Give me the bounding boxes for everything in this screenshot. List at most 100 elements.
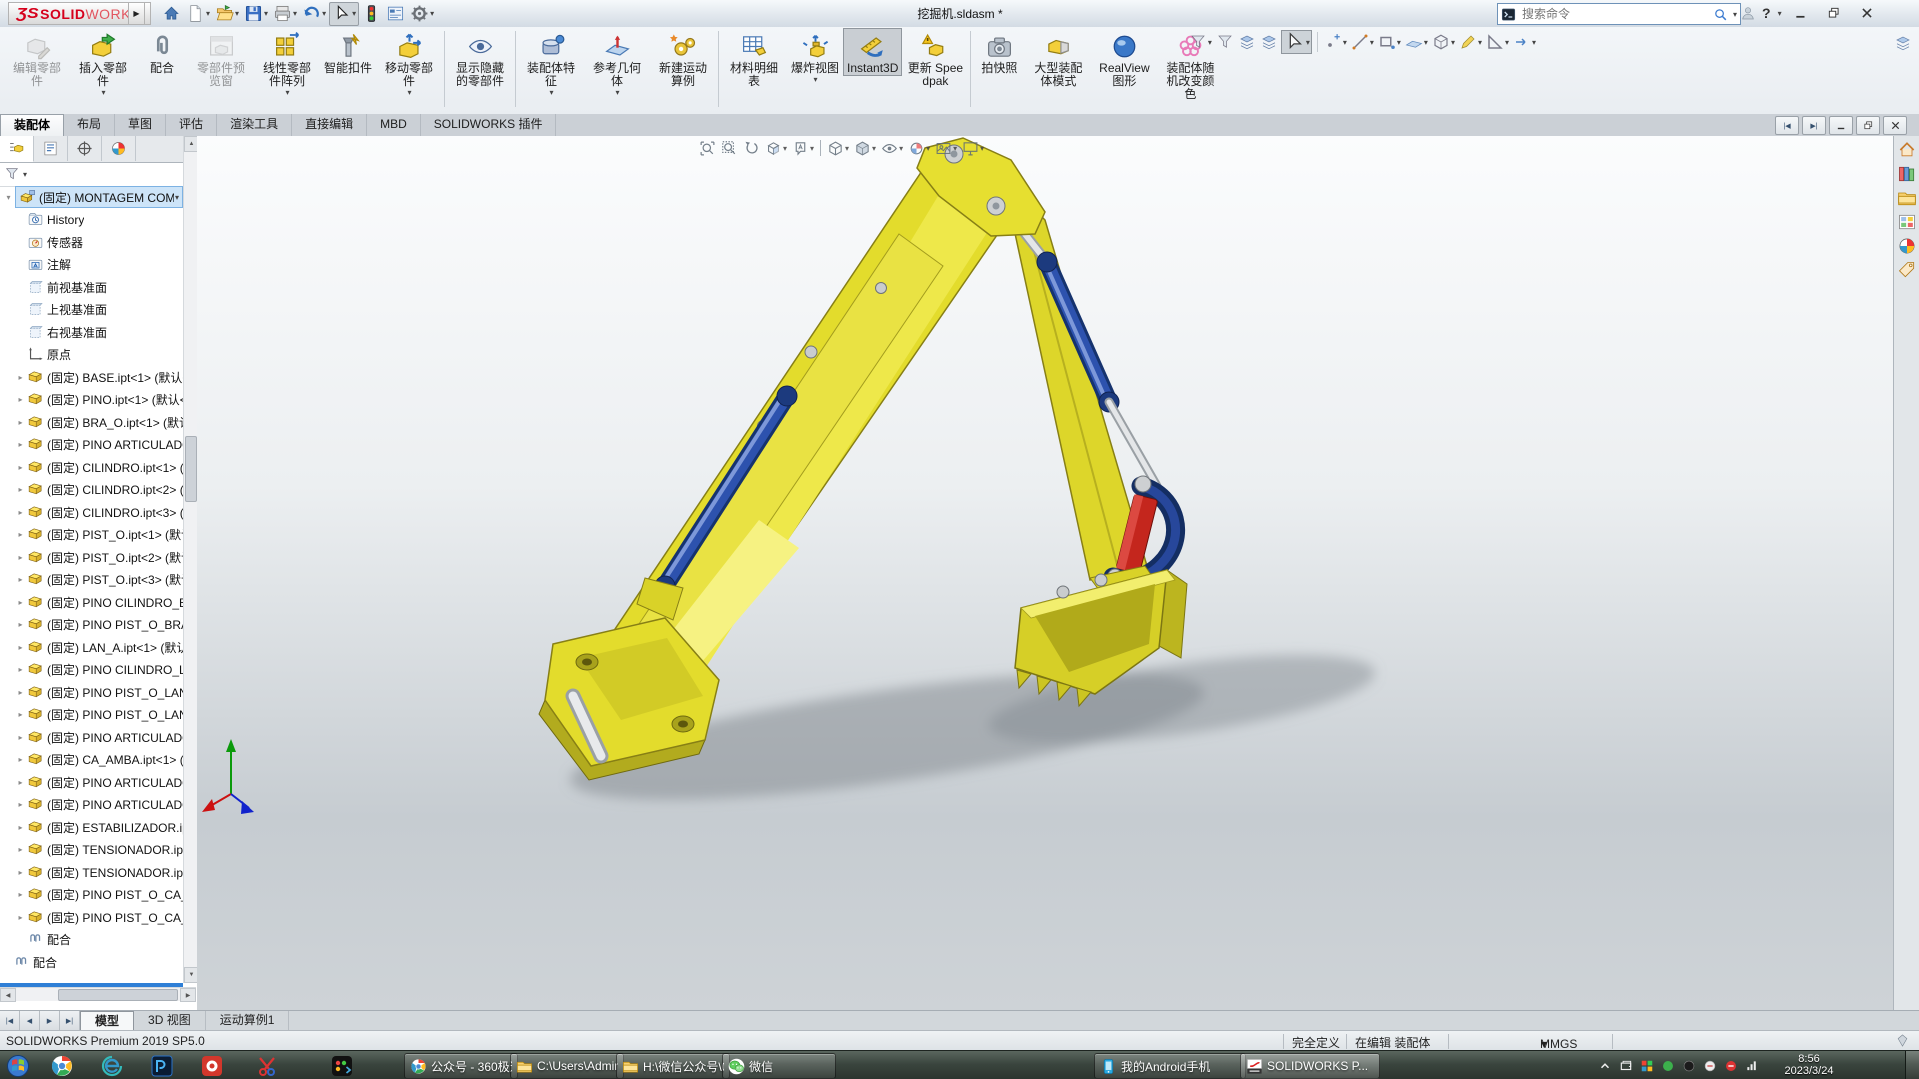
doc-tab-运动算例1[interactable]: 运动算例1	[206, 1011, 290, 1031]
taskbar-button[interactable]: 公众号 - 360极速...	[404, 1053, 518, 1079]
tb-ps-icon[interactable]	[150, 1054, 174, 1078]
tree-item[interactable]: ▸ (固定) PINO PIST_O_CA_AM	[0, 906, 183, 929]
search-scope-icon[interactable]	[1501, 7, 1516, 22]
expand-icon[interactable]: ▸	[14, 395, 27, 404]
hu-zoomfit-button[interactable]	[697, 138, 718, 158]
tp-palette-icon[interactable]	[1897, 212, 1917, 232]
dropdown-icon[interactable]: ▾	[101, 88, 105, 97]
expand-icon[interactable]: ▸	[14, 778, 27, 787]
dropdown-icon[interactable]: ▾	[322, 9, 326, 18]
next-document-button[interactable]: ▶|	[1802, 116, 1826, 135]
ribbon-show-hidden-button[interactable]: 显示隐藏的零部件	[447, 28, 513, 89]
expand-icon[interactable]: ▸	[14, 575, 27, 584]
restore-button[interactable]	[1821, 4, 1848, 23]
dropdown-icon[interactable]: ▾	[814, 75, 818, 84]
ribbon-realview-button[interactable]: RealView 图形	[1091, 28, 1157, 89]
tree-item[interactable]: 注解	[0, 254, 183, 277]
sf-layers-button[interactable]	[1237, 31, 1257, 53]
taskbar-button[interactable]: 微信	[722, 1053, 836, 1079]
dropdown-icon[interactable]: ▾	[430, 9, 434, 18]
select-cursor-button[interactable]: ▾	[329, 1, 360, 26]
new-doc-button[interactable]: ▾	[184, 3, 212, 25]
sn-pencil-button[interactable]: ▾	[1458, 31, 1483, 53]
tp-props-icon[interactable]	[1897, 260, 1917, 280]
minimize-button[interactable]	[1788, 4, 1815, 23]
tree-root-item[interactable]: ▾(固定) MONTAGEM COMPLET▾	[2, 186, 183, 209]
expand-icon[interactable]: ▸	[14, 620, 27, 629]
tab-装配体[interactable]: 装配体	[0, 114, 65, 136]
user-account-icon[interactable]	[1740, 5, 1756, 21]
tree-item[interactable]: ▸ (固定) TENSIONADOR.ipt<	[0, 861, 183, 884]
taskbar-button[interactable]: H:\微信公众号\0...	[616, 1053, 730, 1079]
expand-icon[interactable]: ▸	[14, 598, 27, 607]
tr-up-icon[interactable]	[1598, 1059, 1612, 1073]
tab-渲染工具[interactable]: 渲染工具	[217, 114, 293, 136]
tree-item[interactable]: ▸ (固定) PINO CILINDRO_LAI	[0, 659, 183, 682]
tree-item[interactable]: ▸ (固定) PIST_O.ipt<2> (默认	[0, 546, 183, 569]
expand-icon[interactable]: ▸	[14, 733, 27, 742]
tree-item[interactable]: 配合	[0, 929, 183, 952]
close-button[interactable]	[1854, 4, 1881, 23]
tr-red-icon[interactable]	[1724, 1059, 1738, 1073]
sn-plane-button[interactable]: ▾	[1404, 31, 1429, 53]
tree-item[interactable]: ▸ (固定) PINO.ipt<1> (默认<	[0, 389, 183, 412]
collapse-icon[interactable]: ▾	[2, 193, 15, 202]
panel-tab-configuration-manager[interactable]	[68, 136, 102, 161]
tb-red-icon[interactable]	[200, 1054, 224, 1078]
tab-评估[interactable]: 评估	[166, 114, 218, 136]
tree-item[interactable]: ▸ (固定) BASE.ipt<1> (默认<	[0, 366, 183, 389]
dropdown-icon[interactable]: ▾	[285, 88, 289, 97]
tree-item[interactable]: ▸ (固定) PIST_O.ipt<3> (默认	[0, 569, 183, 592]
ribbon-insert-part-button[interactable]: 插入零部件 ▾	[70, 28, 136, 98]
tr-white-icon[interactable]	[1703, 1059, 1717, 1073]
tree-item[interactable]: History	[0, 209, 183, 232]
expand-icon[interactable]: ▸	[14, 508, 27, 517]
horizontal-scroll-thumb[interactable]	[58, 989, 178, 1001]
hu-prev-button[interactable]	[741, 138, 762, 158]
sn-angle-button[interactable]: ▾	[1485, 31, 1510, 53]
tree-item[interactable]: ▸ (固定) BRA_O.ipt<1> (默认	[0, 411, 183, 434]
tree-item[interactable]: ▸ (固定) PINO PIST_O_LAN_A	[0, 704, 183, 727]
expand-icon[interactable]: ▸	[14, 373, 27, 382]
tr-black-icon[interactable]	[1682, 1059, 1696, 1073]
tree-bottom-pane-item[interactable]: 配合	[0, 951, 183, 974]
tree-item[interactable]: 原点	[0, 344, 183, 367]
tree-item[interactable]: ▸ (固定) CILINDRO.ipt<1> (默	[0, 456, 183, 479]
tree-item[interactable]: ▸ (固定) PIST_O.ipt<1> (默认	[0, 524, 183, 547]
doc-close-button[interactable]	[1883, 116, 1907, 135]
ribbon-update-speedpak-button[interactable]: 更新 Speedpak	[902, 28, 968, 89]
expand-icon[interactable]: ▸	[14, 710, 27, 719]
doc-nav-button[interactable]: ▶|	[60, 1011, 80, 1031]
tree-item[interactable]: ▸ (固定) PINO ARTICULADOR	[0, 771, 183, 794]
tree-item[interactable]: 上视基准面	[0, 299, 183, 322]
select-cursor-button[interactable]: ▾	[1280, 30, 1312, 54]
doc-nav-button[interactable]: ▶	[40, 1011, 60, 1031]
dropdown-icon[interactable]: ▾	[264, 9, 268, 18]
expand-icon[interactable]: ▸	[14, 485, 27, 494]
tree-item[interactable]: ▸ (固定) ESTABILIZADOR.ipt<	[0, 816, 183, 839]
expand-icon[interactable]: ▸	[14, 913, 27, 922]
ribbon-linear-pattern-button[interactable]: 线性零部件阵列 ▾	[254, 28, 320, 98]
tab-布局[interactable]: 布局	[64, 114, 116, 136]
tree-item[interactable]: ▸ (固定) CILINDRO.ipt<2> (默	[0, 479, 183, 502]
expand-icon[interactable]: ▸	[14, 800, 27, 809]
hu-zoomarea-button[interactable]	[719, 138, 740, 158]
tree-item[interactable]: ▸ (固定) PINO PIST_O_BRA_C	[0, 614, 183, 637]
settings-button[interactable]: ▾	[408, 3, 436, 25]
doc-minimize-button[interactable]	[1829, 116, 1853, 135]
expand-icon[interactable]: ▸	[14, 440, 27, 449]
tree-item[interactable]: ▸ (固定) PINO ARTICULADOR	[0, 434, 183, 457]
ribbon-motion-study-button[interactable]: 新建运动算例	[650, 28, 716, 89]
tr-colors-icon[interactable]	[1640, 1059, 1654, 1073]
sf-layers-button[interactable]	[1259, 31, 1279, 53]
tab-SOLIDWORKS 插件[interactable]: SOLIDWORKS 插件	[421, 114, 557, 136]
tree-item[interactable]: ▸ (固定) PINO ARTICULADOR	[0, 726, 183, 749]
hu-scene-button[interactable]: ▾	[933, 138, 959, 158]
taskbar-button[interactable]: 我的Android手机	[1094, 1053, 1246, 1079]
print-button[interactable]: ▾	[271, 3, 299, 25]
sn-rect-button[interactable]: ▾	[1377, 31, 1402, 53]
logo-flyout-arrow-icon[interactable]: ▶	[128, 2, 145, 25]
graphics-viewport[interactable]: ▾ ▾ ▾ ▾ ▾ ▾ ▾ ▾	[197, 136, 1893, 1010]
dropdown-icon[interactable]: ▾	[352, 9, 356, 18]
expand-icon[interactable]: ▸	[14, 463, 27, 472]
